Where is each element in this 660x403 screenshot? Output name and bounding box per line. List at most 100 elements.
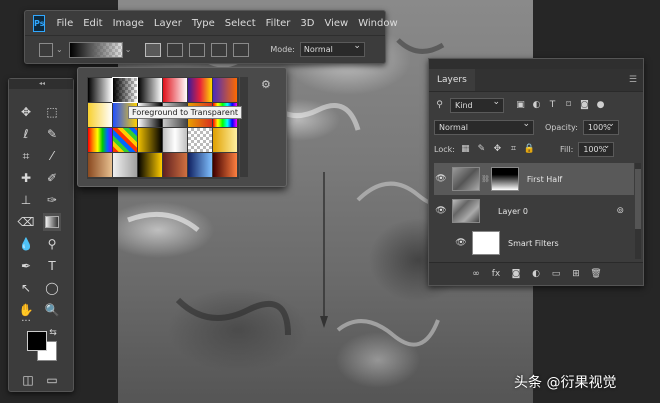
gradient-swatch[interactable]: [88, 78, 112, 102]
dodge-tool-icon[interactable]: ⚲: [43, 235, 61, 253]
trash-icon[interactable]: 🗑: [590, 269, 601, 280]
blend-mode-select[interactable]: Normal: [434, 118, 534, 135]
edit-toolbar-icon[interactable]: ···: [17, 315, 35, 327]
gradient-swatch[interactable]: [188, 78, 212, 102]
angle-gradient-button[interactable]: [189, 42, 206, 57]
tool-preset-picker-icon[interactable]: [39, 42, 53, 57]
quick-selection-tool-icon[interactable]: ✎: [43, 125, 61, 143]
visibility-eye-icon[interactable]: 👁: [454, 238, 468, 248]
lock-all-icon[interactable]: 🔒: [524, 144, 535, 155]
diamond-gradient-button[interactable]: [233, 42, 250, 57]
gradient-swatch[interactable]: [188, 153, 212, 177]
menu-view[interactable]: View: [319, 18, 353, 29]
mode-select[interactable]: Normal: [299, 40, 365, 57]
lock-transparent-icon[interactable]: ▦: [460, 144, 471, 155]
radial-gradient-button[interactable]: [167, 42, 184, 57]
opacity-input[interactable]: 100%: [582, 118, 619, 135]
filter-shape-icon[interactable]: ⌑: [563, 100, 574, 111]
type-tool-icon[interactable]: T: [43, 257, 61, 275]
pen-tool-icon[interactable]: ✒: [17, 257, 35, 275]
blur-tool-icon[interactable]: 💧: [17, 235, 35, 253]
eraser-tool-icon[interactable]: ⌫: [17, 213, 35, 231]
menu-type[interactable]: Type: [187, 18, 220, 29]
layers-scrollbar[interactable]: [635, 163, 641, 259]
visibility-eye-icon[interactable]: 👁: [434, 206, 448, 216]
fx-icon[interactable]: fx: [491, 269, 502, 280]
swap-colors-icon[interactable]: ⇆: [47, 327, 59, 339]
lock-image-icon[interactable]: ✎: [476, 144, 487, 155]
brush-tool-icon[interactable]: ✐: [43, 169, 61, 187]
menu-select[interactable]: Select: [220, 18, 261, 29]
filter-toggle-icon[interactable]: ●: [595, 100, 606, 111]
layer-row-smart-filters[interactable]: 👁 Smart Filters: [434, 227, 634, 259]
layer-name[interactable]: Smart Filters: [508, 239, 559, 248]
gradient-preview-swatch[interactable]: [68, 41, 123, 58]
gradient-swatch[interactable]: [138, 153, 162, 177]
menu-file[interactable]: File: [51, 18, 78, 29]
menu-layer[interactable]: Layer: [149, 18, 187, 29]
path-selection-tool-icon[interactable]: ↖: [17, 279, 35, 297]
mask-link-icon[interactable]: ⛓: [481, 175, 490, 183]
gradient-swatch[interactable]: [213, 153, 237, 177]
fill-input[interactable]: 100%: [578, 140, 615, 157]
gradient-dropdown-chevron-icon[interactable]: ⌄: [125, 45, 132, 54]
gradient-swatch[interactable]: [188, 128, 212, 152]
tools-panel-collapse-icon[interactable]: ◂◂: [9, 79, 73, 89]
filter-kind-select[interactable]: Kind: [450, 96, 504, 113]
healing-brush-tool-icon[interactable]: ✚: [17, 169, 35, 187]
gradient-swatch[interactable]: [163, 128, 187, 152]
gradient-swatch[interactable]: [163, 78, 187, 102]
quick-mask-icon[interactable]: ◫: [19, 371, 37, 389]
panel-menu-icon[interactable]: ☰: [629, 75, 637, 85]
lasso-tool-icon[interactable]: ℓ: [17, 125, 35, 143]
adjustment-layer-icon[interactable]: ◐: [531, 269, 542, 280]
gradient-swatch[interactable]: [88, 153, 112, 177]
filter-adjustment-icon[interactable]: ◐: [531, 100, 542, 111]
zoom-tool-icon[interactable]: 🔍: [43, 301, 61, 319]
clone-stamp-tool-icon[interactable]: ⊥: [17, 191, 35, 209]
visibility-eye-icon[interactable]: 👁: [434, 174, 448, 184]
gradient-swatch[interactable]: [112, 77, 138, 103]
foreground-color-swatch[interactable]: [27, 331, 47, 351]
gradient-picker-scrollbar[interactable]: [240, 77, 248, 177]
gradient-swatch[interactable]: [163, 153, 187, 177]
eyedropper-tool-icon[interactable]: ⁄: [43, 147, 61, 165]
link-layers-icon[interactable]: ∞: [471, 269, 482, 280]
layer-row-first-half[interactable]: 👁 ⛓ First Half: [434, 163, 634, 195]
reflected-gradient-button[interactable]: [211, 42, 228, 57]
linear-gradient-button[interactable]: [145, 42, 162, 57]
gradient-tool-icon[interactable]: [43, 213, 61, 231]
gradient-swatch[interactable]: [88, 128, 112, 152]
move-tool-icon[interactable]: ✥: [17, 103, 35, 121]
ellipse-tool-icon[interactable]: ◯: [43, 279, 61, 297]
smart-filter-mask-thumbnail[interactable]: [472, 231, 500, 255]
filter-type-icon[interactable]: T: [547, 100, 558, 111]
crop-tool-icon[interactable]: ⌗: [17, 147, 35, 165]
gradient-swatch[interactable]: [113, 153, 137, 177]
gradient-swatch[interactable]: [213, 78, 237, 102]
gradient-swatch[interactable]: [213, 128, 237, 152]
filter-pixel-icon[interactable]: ▣: [515, 100, 526, 111]
marquee-tool-icon[interactable]: ⬚: [43, 103, 61, 121]
new-layer-icon[interactable]: ⊞: [571, 269, 582, 280]
lock-position-icon[interactable]: ✥: [492, 144, 503, 155]
menu-3d[interactable]: 3D: [295, 18, 319, 29]
tab-layers[interactable]: Layers: [429, 69, 475, 91]
new-group-icon[interactable]: ▭: [551, 269, 562, 280]
filter-smart-object-icon[interactable]: ◙: [579, 100, 590, 111]
lock-artboard-icon[interactable]: ⌗: [508, 144, 519, 155]
layer-row-layer-0[interactable]: 👁 Layer 0 ⊚: [434, 195, 634, 227]
gradient-swatch[interactable]: [138, 128, 162, 152]
smart-filter-icon[interactable]: ⊚: [616, 206, 624, 216]
gradient-swatch[interactable]: [138, 78, 162, 102]
gear-icon[interactable]: ⚙: [261, 78, 271, 91]
history-brush-tool-icon[interactable]: ✑: [43, 191, 61, 209]
layer-name[interactable]: First Half: [527, 175, 562, 184]
menu-filter[interactable]: Filter: [261, 18, 296, 29]
screen-mode-icon[interactable]: ▭: [43, 371, 61, 389]
layer-mask-thumbnail[interactable]: [490, 167, 519, 191]
gradient-swatch[interactable]: [88, 103, 112, 127]
menu-edit[interactable]: Edit: [78, 18, 107, 29]
add-mask-icon[interactable]: ◙: [511, 269, 522, 280]
menu-image[interactable]: Image: [108, 18, 149, 29]
